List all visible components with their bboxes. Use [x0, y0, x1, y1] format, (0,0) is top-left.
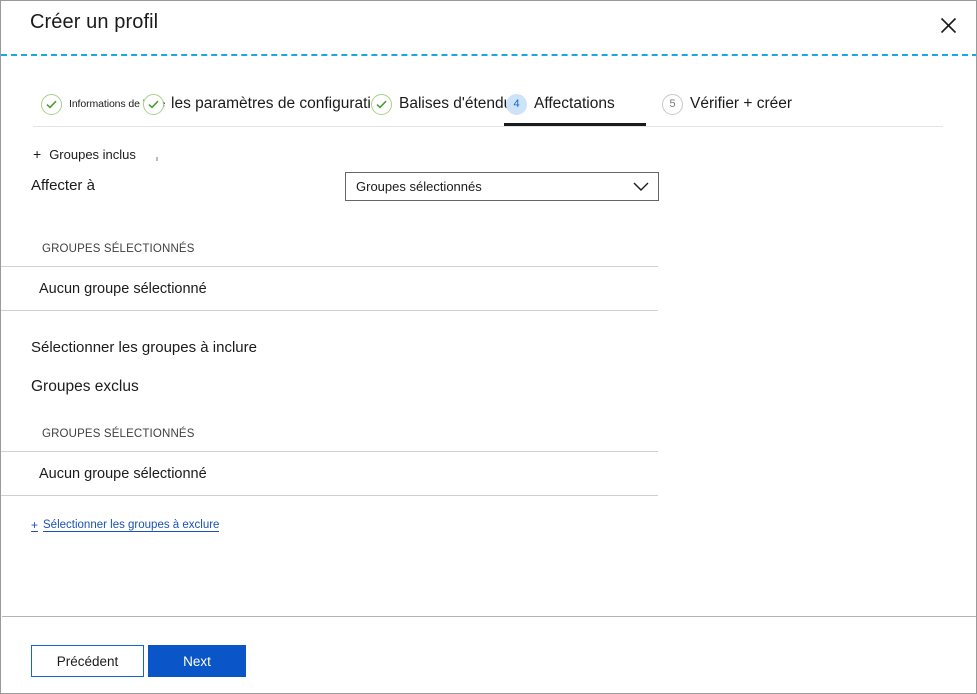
wizard-step-parametres-de-configuration[interactable]: les paramètres de configuration: [143, 87, 388, 121]
dialog-footer: Précédent Next: [1, 617, 976, 693]
create-profile-dialog: Créer un profil Informations de base les…: [0, 0, 977, 694]
dialog-titlebar: Créer un profil: [1, 1, 976, 51]
included-groups-table: GROUPES SÉLECTIONNÉS Aucun groupe sélect…: [1, 231, 658, 311]
table-column-header: GROUPES SÉLECTIONNÉS: [1, 231, 658, 267]
page-title: Créer un profil: [30, 11, 159, 33]
wizard-step-number: 4: [506, 93, 527, 115]
artifact-dot: [156, 157, 158, 161]
wizard-step-label: Vérifier + créer: [690, 95, 793, 112]
select-groups-to-include-link[interactable]: Sélectionner les groupes à inclure: [31, 339, 257, 356]
select-groups-to-exclude-label: Sélectionner les groupes à exclure: [43, 519, 220, 532]
plus-icon: +: [31, 518, 39, 532]
previous-button[interactable]: Précédent: [31, 645, 144, 677]
plus-icon: +: [33, 146, 42, 162]
wizard-step-label: Affectations: [534, 95, 615, 112]
header-dashed-divider: [1, 54, 976, 56]
included-groups-heading: + Groupes inclus: [33, 146, 136, 162]
wizard-steps: Informations de base les paramètres de c…: [1, 87, 976, 127]
wizard-active-indicator: [504, 123, 646, 126]
assign-to-selected-value: Groupes sélectionnés: [356, 179, 482, 194]
excluded-groups-heading: Groupes exclus: [31, 378, 139, 395]
next-button[interactable]: Next: [148, 645, 246, 677]
assign-to-select[interactable]: Groupes sélectionnés: [345, 172, 659, 201]
wizard-step-label: les paramètres de configuration: [171, 95, 389, 112]
table-row: Aucun groupe sélectionné: [1, 452, 658, 496]
check-icon: [143, 93, 164, 115]
close-button[interactable]: [926, 5, 970, 45]
assign-to-label: Affecter à: [31, 177, 95, 194]
wizard-step-balises-detendue[interactable]: Balises d'étendue: [371, 87, 521, 121]
assign-to-row: Affecter à Groupes sélectionnés: [31, 172, 661, 202]
check-icon: [371, 93, 392, 115]
wizard-step-number: 5: [662, 93, 683, 115]
assignments-pane: + Groupes inclus Affecter à Groupes séle…: [1, 127, 976, 616]
select-groups-to-exclude-link[interactable]: + Sélectionner les groupes à exclure: [31, 518, 220, 532]
check-icon: [41, 93, 62, 115]
wizard-step-label: Balises d'étendue: [399, 95, 521, 112]
excluded-groups-table: GROUPES SÉLECTIONNÉS Aucun groupe sélect…: [1, 416, 658, 496]
included-groups-heading-label: Groupes inclus: [49, 147, 136, 162]
wizard-step-affectations[interactable]: 4 Affectations: [506, 87, 615, 121]
table-row: Aucun groupe sélectionné: [1, 267, 658, 311]
chevron-down-icon: [624, 182, 658, 192]
wizard-step-verifier-creer[interactable]: 5 Vérifier + créer: [662, 87, 792, 121]
table-column-header: GROUPES SÉLECTIONNÉS: [1, 416, 658, 452]
close-icon: [940, 17, 957, 34]
